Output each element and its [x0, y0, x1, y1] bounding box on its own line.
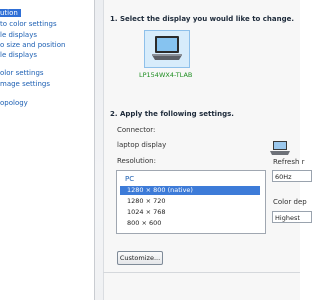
step2-heading: 2. Apply the following settings. — [110, 110, 234, 118]
customize-button[interactable]: Customize... — [117, 251, 163, 265]
resolution-option-1024x768[interactable]: 1024 × 768 — [120, 208, 260, 217]
resolution-label: Resolution: — [117, 157, 156, 165]
step1-heading: 1. Select the display you would like to … — [110, 15, 295, 23]
sidebar-item-size-and-position[interactable]: o size and position — [0, 41, 65, 49]
display-name: LP154WX4-TLAB — [139, 71, 193, 79]
laptop-display-icon — [152, 36, 182, 60]
display-tile[interactable] — [144, 30, 190, 68]
color-depth-label: Color dep — [273, 198, 307, 206]
sidebar-item-video-color-settings[interactable]: olor settings — [0, 69, 44, 77]
refresh-rate-select[interactable]: 60Hz — [272, 170, 312, 182]
sidebar-item-resolution[interactable]: ution — [0, 9, 21, 17]
sidebar-item-rotate-displays[interactable]: le displays — [0, 51, 37, 59]
sidebar-navigation: ution to color settings le displays o si… — [0, 0, 94, 300]
bottom-separator — [103, 272, 300, 273]
resolution-option-800x600[interactable]: 800 × 600 — [120, 219, 260, 228]
resolution-option-1280x720[interactable]: 1280 × 720 — [120, 197, 260, 206]
refresh-rate-label: Refresh r — [273, 158, 305, 166]
connector-label: Connector: — [117, 126, 156, 134]
sidebar-item-desktop-color-settings[interactable]: to color settings — [0, 20, 57, 28]
laptop-icon — [270, 141, 290, 155]
sidebar-item-multiple-displays[interactable]: le displays — [0, 31, 37, 39]
connector-value: laptop display — [117, 141, 167, 149]
resolution-listbox[interactable]: PC 1280 × 800 (native) 1280 × 720 1024 ×… — [116, 170, 266, 234]
sidebar-item-video-image-settings[interactable]: mage settings — [0, 80, 50, 88]
resolution-group-pc: PC — [125, 175, 135, 183]
panel-border — [103, 0, 104, 300]
color-depth-select[interactable]: Highest — [272, 211, 312, 223]
sidebar-item-topology[interactable]: opology — [0, 99, 28, 107]
resolution-option-1280x800[interactable]: 1280 × 800 (native) — [120, 186, 260, 195]
